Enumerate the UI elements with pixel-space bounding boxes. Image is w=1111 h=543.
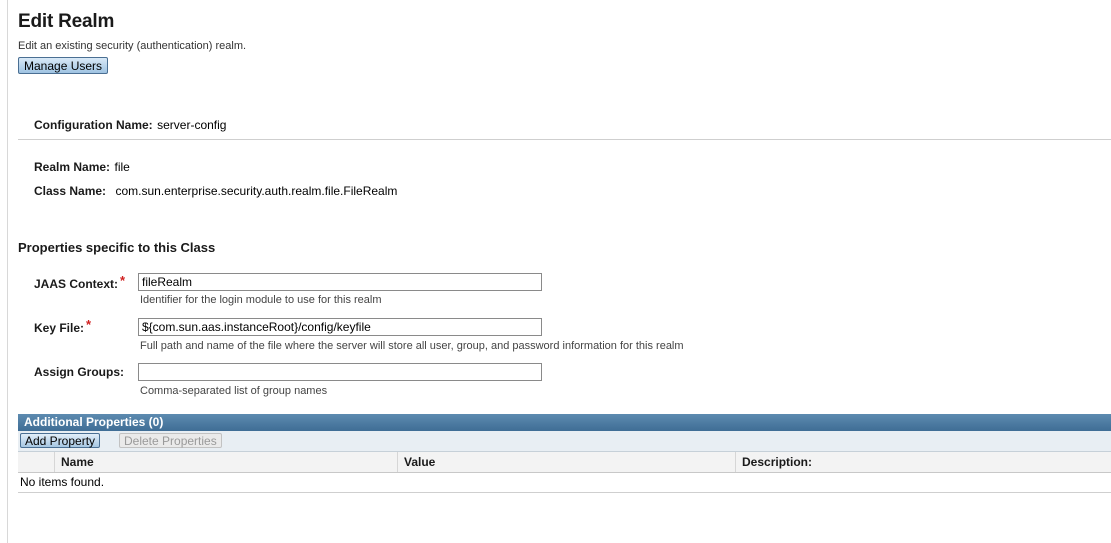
- required-icon: *: [86, 317, 92, 332]
- table-toolbar: Add Property Delete Properties: [18, 431, 1111, 452]
- configuration-name-label: Configuration Name:: [34, 118, 153, 132]
- assign-groups-input[interactable]: [138, 363, 542, 381]
- jaas-context-label-row: JAAS Context: *: [34, 273, 126, 293]
- realm-name-label: Realm Name:: [34, 160, 111, 174]
- jaas-context-label: JAAS Context:: [34, 277, 119, 291]
- key-file-input[interactable]: [138, 318, 542, 336]
- jaas-context-input[interactable]: [138, 273, 542, 291]
- table-title: Additional Properties (0): [18, 414, 1111, 431]
- page-title: Edit Realm: [18, 11, 115, 32]
- key-file-label: Key File:: [34, 321, 85, 335]
- jaas-context-help: Identifier for the login module to use f…: [140, 294, 382, 306]
- name-column-header[interactable]: Name: [55, 452, 398, 472]
- class-name-value: com.sun.enterprise.security.auth.realm.f…: [115, 184, 398, 198]
- assign-groups-help: Comma-separated list of group names: [140, 385, 328, 397]
- description-column-header[interactable]: Description:: [736, 452, 1111, 472]
- configuration-name-value: server-config: [157, 118, 227, 132]
- assign-groups-label: Assign Groups:: [34, 365, 125, 379]
- class-name-row: Class Name: com.sun.enterprise.security.…: [34, 182, 397, 200]
- realm-name-row: Realm Name: file: [34, 158, 130, 176]
- configuration-name-row: Configuration Name: server-config: [34, 116, 226, 134]
- key-file-help: Full path and name of the file where the…: [140, 340, 684, 352]
- empty-table-message: No items found.: [18, 473, 1111, 493]
- divider: [18, 139, 1111, 140]
- assign-groups-label-row: Assign Groups:: [34, 363, 124, 381]
- value-column-header[interactable]: Value: [398, 452, 736, 472]
- key-file-label-row: Key File: *: [34, 317, 92, 337]
- delete-properties-button[interactable]: Delete Properties: [119, 433, 222, 448]
- select-column-header[interactable]: [18, 452, 55, 472]
- manage-users-button[interactable]: Manage Users: [18, 57, 109, 74]
- page-subtitle: Edit an existing security (authenticatio…: [18, 40, 247, 52]
- add-property-button[interactable]: Add Property: [20, 433, 101, 448]
- required-icon: *: [120, 273, 126, 288]
- properties-section-title: Properties specific to this Class: [18, 240, 216, 255]
- realm-name-value: file: [114, 160, 130, 174]
- table-header-row: Name Value Description:: [18, 452, 1111, 473]
- left-divider: [7, 0, 8, 543]
- edit-realm-page: Edit Realm Edit an existing security (au…: [0, 0, 1111, 543]
- class-name-label: Class Name:: [34, 184, 107, 198]
- additional-properties-table: Additional Properties (0) Add Property D…: [18, 414, 1111, 493]
